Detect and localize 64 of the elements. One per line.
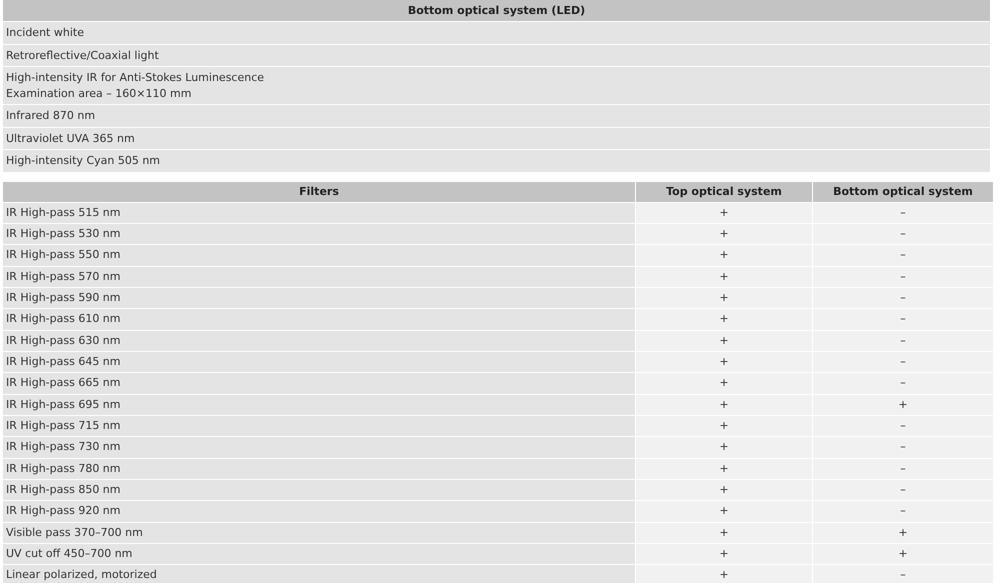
table-cell: + (636, 394, 812, 415)
table-cell: + (636, 373, 812, 394)
table-cell: + (636, 522, 812, 543)
table-cell: IR High-pass 920 nm (3, 501, 635, 522)
table-cell: UV cut off 450–700 nm (3, 544, 635, 564)
column-header: Filters (3, 182, 635, 202)
table-cell: + (636, 266, 812, 287)
table-cell: – (813, 480, 993, 500)
table-cell: + (636, 501, 812, 522)
table-cell: – (813, 565, 993, 583)
table-cell: + (636, 245, 812, 266)
table-cell: Incident white (3, 22, 990, 44)
table-cell: + (636, 565, 812, 583)
table-cell: IR High-pass 715 nm (3, 416, 635, 436)
table-cell: High-intensity Cyan 505 nm (3, 150, 990, 172)
table-cell: – (813, 437, 993, 458)
table-cell: IR High-pass 610 nm (3, 309, 635, 330)
table-cell: – (813, 458, 993, 479)
table-cell: Ultraviolet UVA 365 nm (3, 128, 990, 149)
table-cell: – (813, 245, 993, 266)
table-cell: + (813, 394, 993, 415)
table-cell: IR High-pass 695 nm (3, 394, 635, 415)
table-cell: + (636, 309, 812, 330)
table-cell: + (636, 330, 812, 351)
table-cell: IR High-pass 530 nm (3, 224, 635, 244)
table-cell: – (813, 288, 993, 308)
column-header: Top optical system (636, 182, 812, 202)
table-cell: + (636, 224, 812, 244)
table-cell: – (813, 224, 993, 244)
table-cell: Infrared 870 nm (3, 105, 990, 126)
table-cell: – (813, 501, 993, 522)
table-cell: – (813, 330, 993, 351)
table-cell: + (636, 544, 812, 564)
table-cell: IR High-pass 645 nm (3, 352, 635, 372)
table-cell: IR High-pass 570 nm (3, 266, 635, 287)
table-cell: IR High-pass 665 nm (3, 373, 635, 394)
table-cell: – (813, 373, 993, 394)
table-cell: + (636, 202, 812, 223)
table-cell: IR High-pass 730 nm (3, 437, 635, 458)
table-cell: IR High-pass 550 nm (3, 245, 635, 266)
table-cell: + (636, 352, 812, 372)
table-cell: IR High-pass 630 nm (3, 330, 635, 351)
table-cell: – (813, 416, 993, 436)
table-cell: + (813, 544, 993, 564)
table-cell: Retroreflective/Coaxial light (3, 44, 990, 66)
table-cell: IR High-pass 590 nm (3, 288, 635, 308)
table-header: Bottom optical system (LED) (3, 0, 990, 21)
table-cell: – (813, 202, 993, 223)
table-cell: Visible pass 370–700 nm (3, 522, 635, 543)
table-cell: – (813, 309, 993, 330)
table-cell: + (636, 437, 812, 458)
table-cell: IR High-pass 515 nm (3, 202, 635, 223)
table-cell: High-intensity IR for Anti-Stokes Luminescence Examination area – 160×110 mm (3, 67, 990, 104)
column-header: Bottom optical system (813, 182, 993, 202)
table-cell: + (636, 288, 812, 308)
table-cell: + (636, 480, 812, 500)
table-cell: + (636, 416, 812, 436)
table-cell: Linear polarized, motorized (3, 565, 635, 583)
table-cell: + (813, 522, 993, 543)
table-cell: + (636, 458, 812, 479)
table-cell: IR High-pass 780 nm (3, 458, 635, 479)
table-cell: IR High-pass 850 nm (3, 480, 635, 500)
table-cell: – (813, 266, 993, 287)
table-cell: – (813, 352, 993, 372)
